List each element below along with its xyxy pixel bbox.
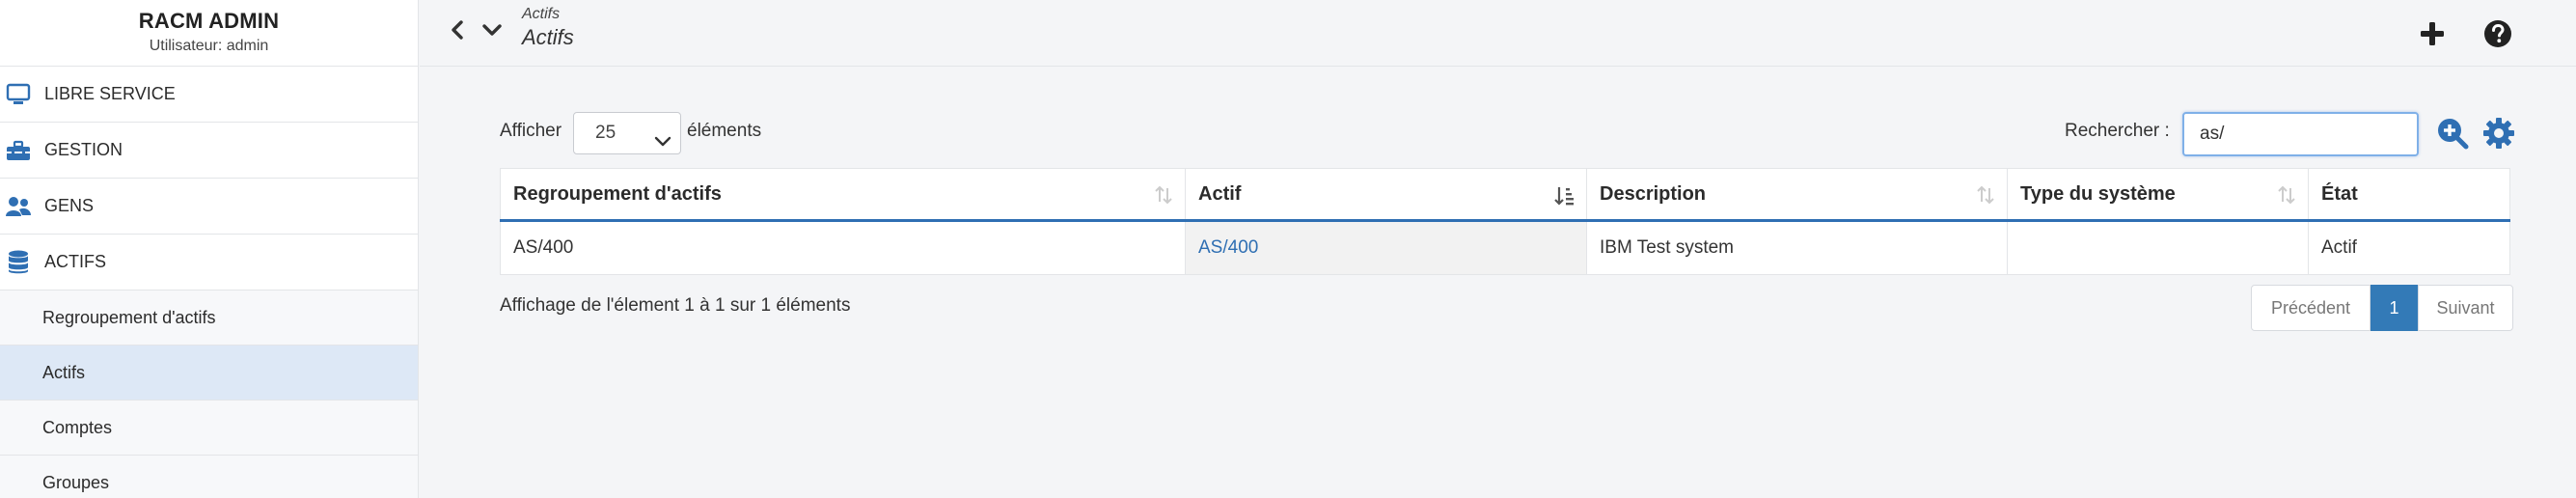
sort-asc-icon <box>1553 185 1575 212</box>
pagination: Précédent 1 Suivant <box>2251 285 2513 331</box>
chevron-left-icon[interactable] <box>445 17 470 42</box>
sidebar-subitem-regroupement[interactable]: Regroupement d'actifs <box>0 290 418 346</box>
sort-icon <box>2277 185 2296 210</box>
page-size-label: Afficher <box>500 121 562 141</box>
sort-icon <box>1154 185 1173 210</box>
sidebar-item-label: LIBRE SERVICE <box>44 84 176 103</box>
chevron-down-icon <box>653 124 672 165</box>
sidebar-item-label: GENS <box>44 196 95 215</box>
search-label: Rechercher : <box>2065 121 2170 141</box>
column-header-etat[interactable]: État <box>2308 168 2510 222</box>
asset-link[interactable]: AS/400 <box>1198 237 1258 258</box>
page-size-select[interactable]: 25 <box>573 112 681 154</box>
sidebar-item-label: GESTION <box>44 140 123 159</box>
cell-actif: AS/400 <box>1185 220 1587 275</box>
cell-description: IBM Test system <box>1586 220 2008 275</box>
database-icon <box>4 248 33 277</box>
sidebar: RACM ADMIN Utilisateur: admin LIBRE SERV… <box>0 0 419 498</box>
app-title: RACM ADMIN <box>138 9 280 33</box>
monitor-icon <box>4 80 33 109</box>
page-title: Actifs <box>522 25 574 49</box>
search-input[interactable]: as/ <box>2182 112 2419 156</box>
assets-table: Regroupement d'actifs Actif Description … <box>500 168 2510 275</box>
help-icon[interactable] <box>2481 17 2514 50</box>
sidebar-subitem-groupes[interactable]: Groupes <box>0 456 418 498</box>
previous-button[interactable]: Précédent <box>2251 285 2370 331</box>
column-header-description[interactable]: Description <box>1586 168 2008 222</box>
cell-type-systeme <box>2007 220 2309 275</box>
sidebar-item-label: ACTIFS <box>44 252 107 271</box>
chevron-down-icon[interactable] <box>480 17 505 42</box>
sidebar-item-actifs[interactable]: ACTIFS <box>0 235 418 290</box>
sort-icon <box>1976 185 1995 210</box>
sidebar-subitem-comptes[interactable]: Comptes <box>0 401 418 456</box>
column-header-regroupement[interactable]: Regroupement d'actifs <box>500 168 1186 222</box>
toolbox-icon <box>4 136 33 165</box>
cell-regroupement: AS/400 <box>500 220 1186 275</box>
sidebar-item-gestion[interactable]: GESTION <box>0 123 418 179</box>
sidebar-subitem-actifs[interactable]: Actifs <box>0 346 418 401</box>
sidebar-header: RACM ADMIN Utilisateur: admin <box>0 0 418 67</box>
table-header-row: Regroupement d'actifs Actif Description … <box>500 168 2510 222</box>
page-button-current[interactable]: 1 <box>2370 285 2418 331</box>
topbar: Actifs Actifs <box>420 0 2576 67</box>
cell-etat: Actif <box>2308 220 2510 275</box>
page-size-value: 25 <box>595 123 617 143</box>
next-button[interactable]: Suivant <box>2418 285 2513 331</box>
sidebar-item-gens[interactable]: GENS <box>0 179 418 235</box>
gear-icon[interactable] <box>2481 116 2516 151</box>
column-header-type-systeme[interactable]: Type du système <box>2007 168 2309 222</box>
user-label: Utilisateur: admin <box>149 38 269 54</box>
table-row[interactable]: AS/400 AS/400 IBM Test system Actif <box>500 220 2510 275</box>
entries-label: éléments <box>687 121 762 141</box>
table-info: Affichage de l'élement 1 à 1 sur 1 éléme… <box>500 295 851 316</box>
column-header-actif[interactable]: Actif <box>1185 168 1587 222</box>
zoom-in-icon[interactable] <box>2435 116 2470 151</box>
sidebar-item-libre-service[interactable]: LIBRE SERVICE <box>0 67 418 123</box>
breadcrumb-parent[interactable]: Actifs <box>522 6 560 23</box>
plus-icon[interactable] <box>2416 17 2449 50</box>
users-icon <box>4 192 33 221</box>
